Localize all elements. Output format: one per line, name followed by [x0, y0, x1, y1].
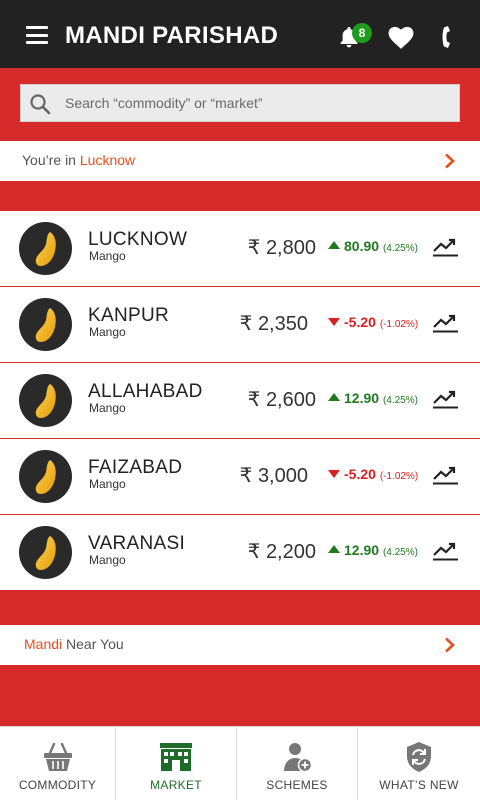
trend-chart-icon[interactable]	[433, 237, 458, 257]
commodity-avatar	[19, 298, 72, 351]
location-city[interactable]: Lucknow	[80, 152, 135, 168]
market-row[interactable]: LUCKNOW Mango ₹ 2,800 80.90 (4.25%)	[0, 211, 480, 287]
nav-whats-new[interactable]: WHAT’S NEW	[358, 727, 480, 800]
change-value: 80.90	[344, 238, 380, 254]
price-change: 12.90 (4.25%)	[328, 390, 418, 406]
location-label: You’re in Lucknow	[22, 152, 135, 168]
commodity-avatar	[19, 450, 72, 503]
chevron-right-icon[interactable]	[444, 637, 456, 653]
commodity-name: Mango	[89, 401, 126, 415]
market-name: ALLAHABAD	[88, 381, 203, 402]
market-row[interactable]: ALLAHABAD Mango ₹ 2,600 12.90 (4.25%)	[0, 363, 480, 439]
market-name: LUCKNOW	[88, 229, 188, 250]
nearby-highlight: Mandi	[24, 636, 63, 652]
mango-icon	[35, 384, 56, 418]
change-value: -5.20	[344, 314, 376, 330]
bottom-navigation: COMMODITY MARKET SCHEMES WHAT’S NEW	[0, 726, 480, 800]
commodity-name: Mango	[89, 249, 126, 263]
market-building-icon	[160, 743, 192, 771]
trend-arrow-icon	[328, 241, 340, 249]
trend-arrow-icon	[328, 470, 340, 478]
trend-chart-icon[interactable]	[433, 389, 458, 409]
favorites-heart-icon[interactable]	[388, 26, 414, 50]
commodity-name: Mango	[89, 325, 126, 339]
current-location-bar[interactable]: You’re in Lucknow	[0, 141, 480, 181]
commodity-name: Mango	[89, 477, 126, 491]
basket-icon	[43, 742, 72, 771]
price-change: -5.20 (-1.02%)	[328, 314, 418, 330]
mango-icon	[35, 232, 56, 266]
market-name: FAIZABAD	[88, 457, 183, 478]
nearby-rest: Near You	[66, 636, 124, 652]
change-value: 12.90	[344, 390, 380, 406]
change-value: 12.90	[344, 542, 380, 558]
nav-market[interactable]: MARKET	[116, 727, 236, 800]
market-list: LUCKNOW Mango ₹ 2,800 80.90 (4.25%) KANP…	[0, 211, 480, 591]
commodity-avatar	[19, 374, 72, 427]
nav-schemes[interactable]: SCHEMES	[237, 727, 357, 800]
market-row[interactable]: FAIZABAD Mango ₹ 3,000 -5.20 (-1.02%)	[0, 439, 480, 515]
mango-icon	[35, 460, 56, 494]
commodity-name: Mango	[89, 553, 126, 567]
phone-call-icon[interactable]	[440, 24, 460, 50]
nearby-label: Mandi Near You	[24, 636, 124, 652]
nav-label: WHAT’S NEW	[379, 778, 459, 792]
commodity-avatar	[19, 222, 72, 275]
price-change: 12.90 (4.25%)	[328, 542, 418, 558]
top-app-bar: MANDI PARISHAD 8	[0, 0, 480, 68]
market-name: KANPUR	[88, 305, 169, 326]
nav-label: COMMODITY	[18, 778, 97, 792]
market-price: ₹ 2,600	[247, 389, 316, 411]
market-name: VARANASI	[88, 533, 186, 554]
trend-arrow-icon	[328, 393, 340, 401]
market-price: ₹ 2,350	[239, 313, 308, 335]
menu-icon[interactable]	[26, 26, 48, 44]
search-input[interactable]	[65, 85, 455, 121]
change-percent: (4.25%)	[382, 243, 418, 254]
notification-count-badge[interactable]: 8	[352, 23, 372, 43]
trend-chart-icon[interactable]	[433, 465, 458, 485]
change-value: -5.20	[344, 466, 376, 482]
trend-arrow-icon	[328, 318, 340, 326]
change-percent: (4.25%)	[382, 547, 418, 558]
change-percent: (4.25%)	[382, 395, 418, 406]
market-price: ₹ 2,800	[247, 237, 316, 259]
nav-label: MARKET	[150, 778, 202, 792]
market-row[interactable]: VARANASI Mango ₹ 2,200 12.90 (4.25%)	[0, 515, 480, 591]
mango-icon	[35, 536, 56, 570]
market-row[interactable]: KANPUR Mango ₹ 2,350 -5.20 (-1.02%)	[0, 287, 480, 363]
market-price: ₹ 3,000	[239, 465, 308, 487]
user-add-icon	[284, 743, 313, 773]
trend-chart-icon[interactable]	[433, 541, 458, 561]
search-icon	[30, 94, 51, 115]
mandi-near-you-bar[interactable]: Mandi Near You	[0, 625, 480, 665]
app-title: MANDI PARISHAD	[65, 22, 279, 49]
location-prefix: You’re in	[22, 152, 76, 168]
search-box	[20, 84, 460, 122]
price-change: -5.20 (-1.02%)	[328, 466, 418, 482]
market-price: ₹ 2,200	[247, 541, 316, 563]
commodity-avatar	[19, 526, 72, 579]
nav-label: SCHEMES	[266, 778, 328, 792]
change-percent: (-1.02%)	[379, 319, 419, 330]
trend-arrow-icon	[328, 545, 340, 553]
refresh-shield-icon	[407, 742, 431, 772]
change-percent: (-1.02%)	[379, 471, 419, 482]
mango-icon	[35, 308, 56, 342]
nav-commodity[interactable]: COMMODITY	[0, 727, 115, 800]
trend-chart-icon[interactable]	[433, 313, 458, 333]
price-change: 80.90 (4.25%)	[328, 238, 418, 254]
chevron-right-icon[interactable]	[444, 153, 456, 169]
